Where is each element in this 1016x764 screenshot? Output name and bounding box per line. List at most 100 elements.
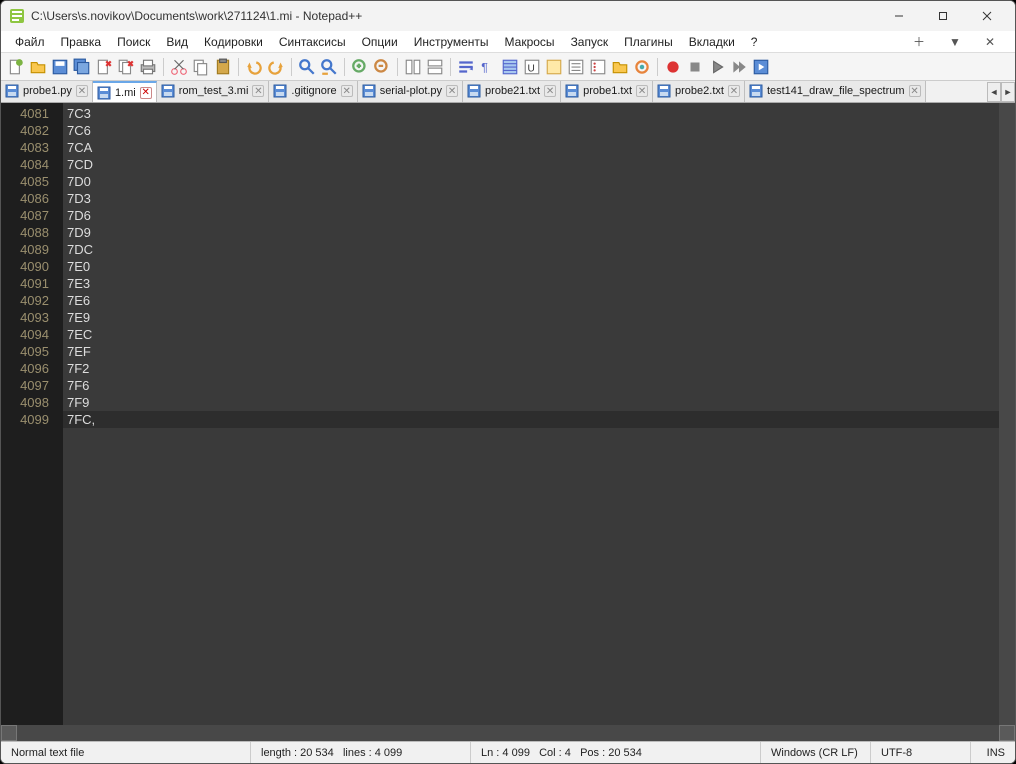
wordwrap-icon[interactable] — [457, 58, 475, 76]
status-encoding[interactable]: UTF-8 — [871, 742, 971, 763]
code-line[interactable]: 7FC, — [63, 411, 999, 428]
menu-search[interactable]: Поиск — [109, 33, 158, 51]
menubar-plus-icon[interactable]: ＋ — [905, 31, 933, 52]
menu-plugins[interactable]: Плагины — [616, 33, 681, 51]
tab-close-icon[interactable]: ✕ — [909, 85, 921, 97]
zoom-out-icon[interactable] — [373, 58, 391, 76]
tab-close-icon[interactable]: ✕ — [446, 85, 458, 97]
close-file-icon[interactable] — [95, 58, 113, 76]
undo-icon[interactable] — [245, 58, 263, 76]
menu-tabs[interactable]: Вкладки — [681, 33, 743, 51]
code-line[interactable]: 7C3 — [63, 105, 999, 122]
tab-scroll-right[interactable]: ► — [1001, 82, 1015, 102]
tab-close-icon[interactable]: ✕ — [544, 85, 556, 97]
code-line[interactable]: 7F9 — [63, 394, 999, 411]
indent-guide-icon[interactable] — [501, 58, 519, 76]
code-line[interactable]: 7D3 — [63, 190, 999, 207]
tab-probe1-txt[interactable]: probe1.txt✕ — [561, 81, 653, 102]
code-line[interactable]: 7D0 — [63, 173, 999, 190]
menubar-close-icon[interactable]: ✕ — [977, 33, 1003, 51]
code-line[interactable]: 7C6 — [63, 122, 999, 139]
sync-h-icon[interactable] — [426, 58, 444, 76]
close-all-icon[interactable] — [117, 58, 135, 76]
file-icon — [467, 84, 481, 98]
code-line[interactable]: 7CA — [63, 139, 999, 156]
play-macro-icon[interactable] — [708, 58, 726, 76]
menu-macros[interactable]: Макросы — [497, 33, 563, 51]
tab-close-icon[interactable]: ✕ — [140, 87, 152, 99]
tab-close-icon[interactable]: ✕ — [636, 85, 648, 97]
minimize-button[interactable] — [877, 2, 921, 30]
menu-view[interactable]: Вид — [158, 33, 196, 51]
open-file-icon[interactable] — [29, 58, 47, 76]
tab-test141-draw-file-spectrum[interactable]: test141_draw_file_spectrum✕ — [745, 81, 926, 102]
code-line[interactable]: 7E3 — [63, 275, 999, 292]
copy-icon[interactable] — [192, 58, 210, 76]
menu-run[interactable]: Запуск — [563, 33, 617, 51]
tab-1-mi[interactable]: 1.mi✕ — [93, 81, 157, 103]
play-multi-icon[interactable] — [730, 58, 748, 76]
code-line[interactable]: 7E0 — [63, 258, 999, 275]
stop-macro-icon[interactable] — [686, 58, 704, 76]
doc-list-icon[interactable] — [567, 58, 585, 76]
line-number: 4093 — [1, 309, 49, 326]
tab-close-icon[interactable]: ✕ — [341, 85, 353, 97]
paste-icon[interactable] — [214, 58, 232, 76]
menu-encoding[interactable]: Кодировки — [196, 33, 271, 51]
tab-serial-plot-py[interactable]: serial-plot.py✕ — [358, 81, 463, 102]
tab-close-icon[interactable]: ✕ — [728, 85, 740, 97]
folder-icon[interactable] — [611, 58, 629, 76]
tab-probe2-txt[interactable]: probe2.txt✕ — [653, 81, 745, 102]
code-line[interactable]: 7D6 — [63, 207, 999, 224]
tab-rom-test-3-mi[interactable]: rom_test_3.mi✕ — [157, 81, 270, 102]
code-line[interactable]: 7F6 — [63, 377, 999, 394]
status-filetype: Normal text file — [1, 742, 251, 763]
replace-icon[interactable] — [320, 58, 338, 76]
code-line[interactable]: 7CD — [63, 156, 999, 173]
menu-file[interactable]: Файл — [7, 33, 53, 51]
record-macro-icon[interactable] — [664, 58, 682, 76]
tab--gitignore[interactable]: .gitignore✕ — [269, 81, 357, 102]
code-line[interactable]: 7EF — [63, 343, 999, 360]
find-icon[interactable] — [298, 58, 316, 76]
code-line[interactable]: 7EC — [63, 326, 999, 343]
maximize-button[interactable] — [921, 2, 965, 30]
line-number: 4095 — [1, 343, 49, 360]
menu-settings[interactable]: Опции — [354, 33, 406, 51]
doc-map-icon[interactable] — [545, 58, 563, 76]
menu-help[interactable]: ? — [743, 33, 766, 51]
redo-icon[interactable] — [267, 58, 285, 76]
menu-tools[interactable]: Инструменты — [406, 33, 497, 51]
status-eol[interactable]: Windows (CR LF) — [761, 742, 871, 763]
horizontal-scrollbar[interactable] — [1, 725, 1015, 741]
code-line[interactable]: 7D9 — [63, 224, 999, 241]
tab-close-icon[interactable]: ✕ — [76, 85, 88, 97]
code-area[interactable]: 7C37C67CA7CD7D07D37D67D97DC7E07E37E67E97… — [63, 103, 999, 725]
new-file-icon[interactable] — [7, 58, 25, 76]
code-line[interactable]: 7DC — [63, 241, 999, 258]
menubar-dropdown-icon[interactable]: ▼ — [941, 33, 969, 51]
cut-icon[interactable] — [170, 58, 188, 76]
save-all-icon[interactable] — [73, 58, 91, 76]
func-list-icon[interactable] — [589, 58, 607, 76]
monitor-icon[interactable] — [633, 58, 651, 76]
close-button[interactable] — [965, 2, 1009, 30]
code-line[interactable]: 7F2 — [63, 360, 999, 377]
sync-v-icon[interactable] — [404, 58, 422, 76]
tab-close-icon[interactable]: ✕ — [252, 85, 264, 97]
code-line[interactable]: 7E9 — [63, 309, 999, 326]
lang-icon[interactable]: U — [523, 58, 541, 76]
tab-scroll-left[interactable]: ◄ — [987, 82, 1001, 102]
show-all-chars-icon[interactable]: ¶ — [479, 58, 497, 76]
status-ins[interactable]: INS — [971, 742, 1015, 763]
save-icon[interactable] — [51, 58, 69, 76]
code-line[interactable]: 7E6 — [63, 292, 999, 309]
tab-probe21-txt[interactable]: probe21.txt✕ — [463, 81, 561, 102]
print-icon[interactable] — [139, 58, 157, 76]
tab-probe1-py[interactable]: probe1.py✕ — [1, 81, 93, 102]
zoom-in-icon[interactable] — [351, 58, 369, 76]
save-macro-icon[interactable] — [752, 58, 770, 76]
menu-edit[interactable]: Правка — [53, 33, 110, 51]
menu-syntax[interactable]: Синтаксисы — [271, 33, 354, 51]
vertical-scrollbar[interactable] — [999, 103, 1015, 725]
